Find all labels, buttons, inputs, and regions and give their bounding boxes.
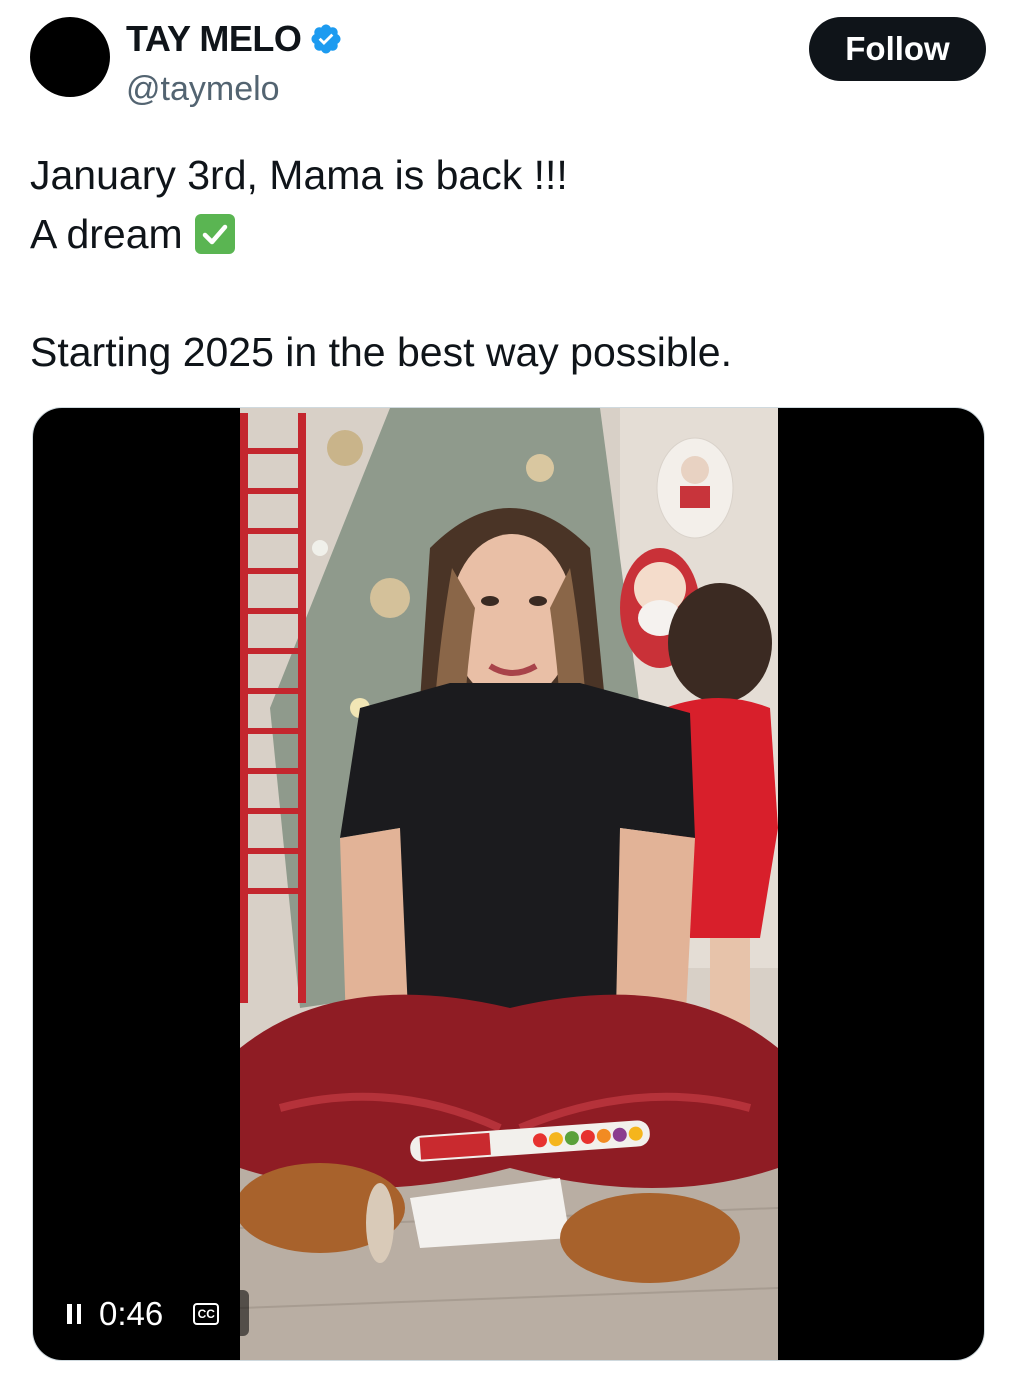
tweet-line: A dream xyxy=(30,205,990,264)
video-time: 0:46 xyxy=(99,1295,164,1332)
video-thumbnail-image xyxy=(240,408,778,1360)
pause-icon[interactable] xyxy=(67,1304,81,1324)
captions-label: CC xyxy=(197,1307,215,1321)
video-controls: 0:46 CC xyxy=(33,1290,249,1336)
verified-badge-icon xyxy=(311,24,341,54)
video-frame[interactable] xyxy=(240,408,778,1360)
avatar[interactable] xyxy=(30,17,110,97)
author-name[interactable]: TAY MELO xyxy=(126,18,302,60)
tweet-line: January 3rd, Mama is back !!! xyxy=(30,152,568,198)
tweet-line-text: A dream xyxy=(30,211,183,257)
follow-button[interactable]: Follow xyxy=(809,17,986,81)
tweet-text: January 3rd, Mama is back !!! A dream St… xyxy=(30,146,990,382)
check-mark-icon xyxy=(194,214,235,254)
author-handle[interactable]: @taymelo xyxy=(126,70,280,109)
video-player[interactable]: 0:46 CC xyxy=(32,407,985,1361)
tweet-line: Starting 2025 in the best way possible. xyxy=(30,329,732,375)
captions-icon[interactable]: CC xyxy=(193,1303,220,1325)
author-name-row: TAY MELO xyxy=(126,18,343,60)
